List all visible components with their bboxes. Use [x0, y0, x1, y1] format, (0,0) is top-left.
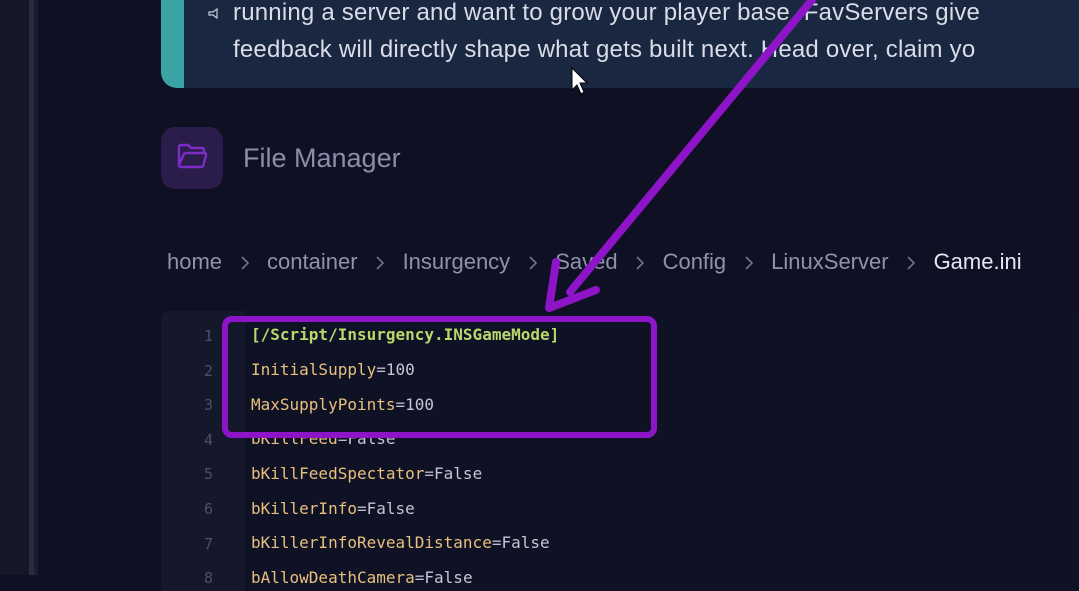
- annotation-overlay: [545, 0, 816, 312]
- mouse-cursor-icon: [571, 66, 589, 95]
- annotation-arrow: [545, 0, 816, 312]
